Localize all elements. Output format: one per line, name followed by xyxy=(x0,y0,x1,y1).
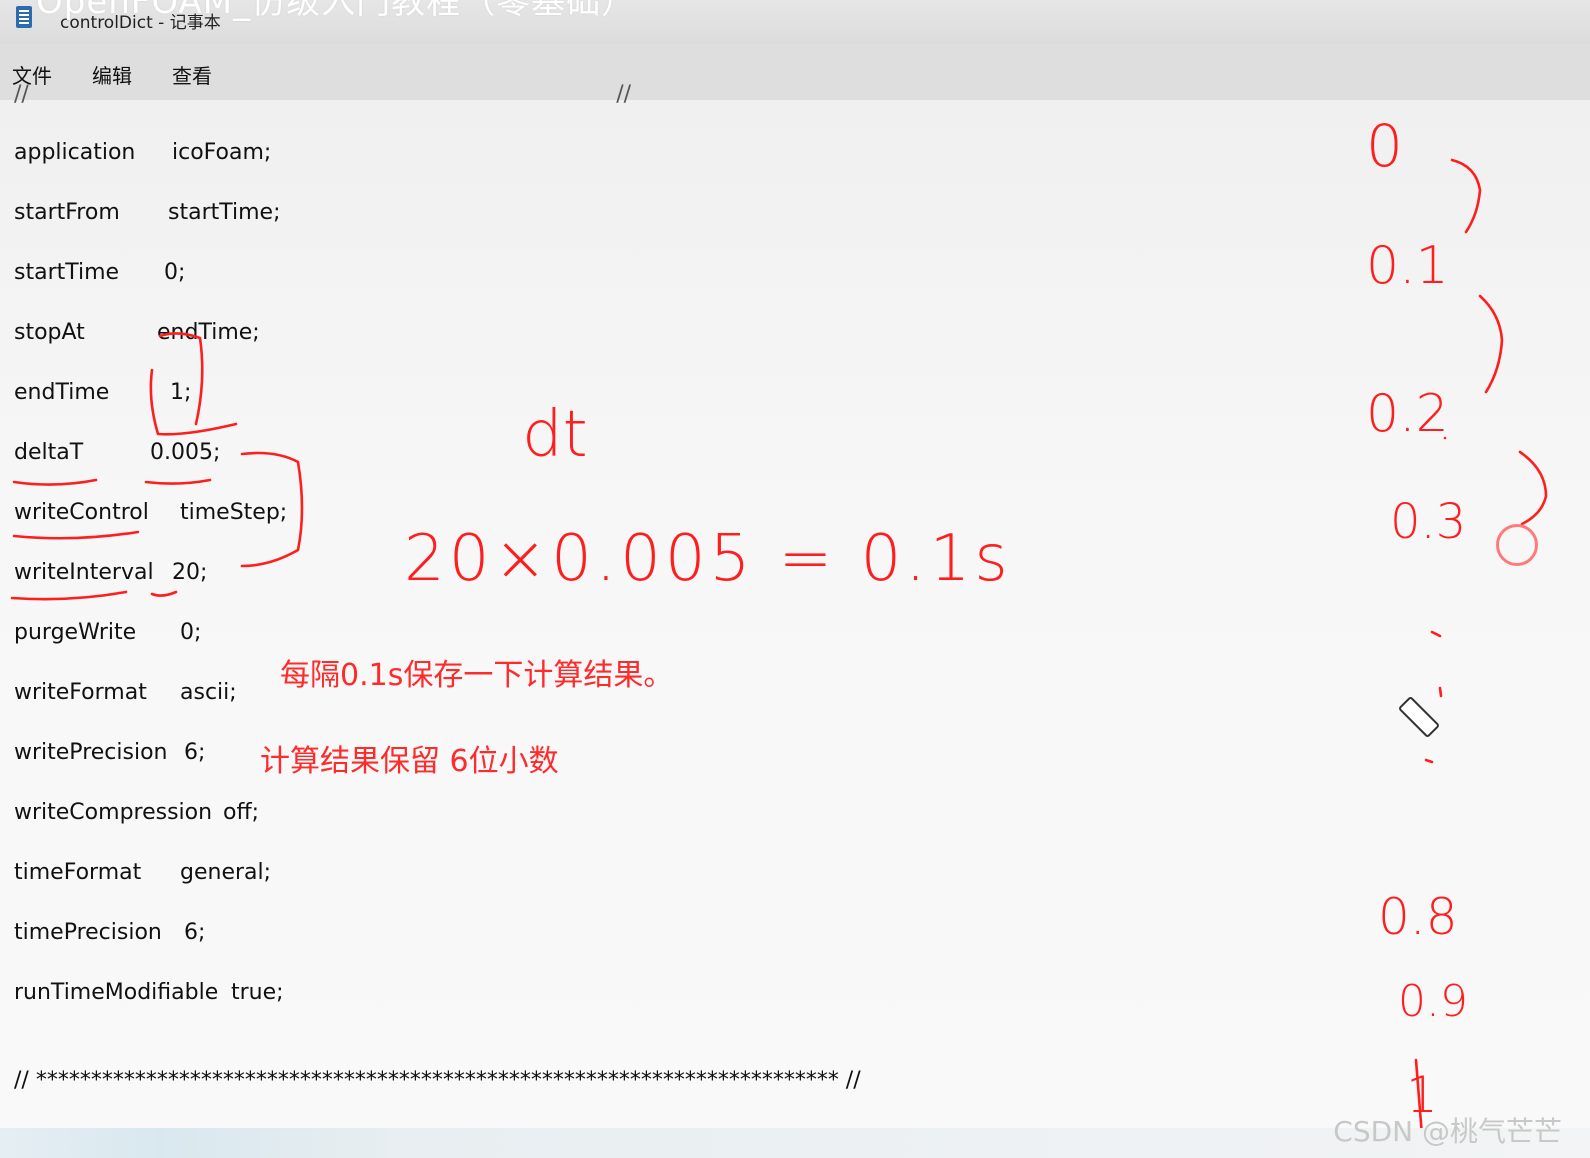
csdn-watermark: CSDN @桃气芒芒 xyxy=(1333,1115,1562,1148)
value-timePrecision: 6; xyxy=(184,920,206,945)
timeline-label-0-3: 0.3 xyxy=(1390,494,1467,550)
timeline-label-0-9: 0.9 xyxy=(1398,976,1468,1027)
note-save-interval: 每隔0.1s保存一下计算结果。 xyxy=(280,658,674,693)
value-endTime: 1; xyxy=(170,380,192,405)
notepad-icon xyxy=(16,6,32,28)
timeline-label-0-8: 0.8 xyxy=(1378,888,1458,946)
top-comment-line: // // xyxy=(14,82,632,107)
value-startTime: 0; xyxy=(164,260,186,285)
key-runTimeModifiable: runTimeModifiable xyxy=(14,980,219,1005)
handwritten-dt: dt xyxy=(522,398,588,472)
timeline-label-0-2: 0.2 xyxy=(1366,384,1449,444)
key-application: application xyxy=(14,140,136,165)
pointer-highlight xyxy=(1496,524,1538,566)
video-overlay-title: OpenFOAM_仿级入门教程（零基础） xyxy=(36,0,637,22)
key-stopAt: stopAt xyxy=(14,320,85,345)
timeline-label-0-1: 0.1 xyxy=(1366,236,1449,296)
key-writeInterval: writeInterval xyxy=(14,560,154,585)
value-timeFormat: general; xyxy=(180,860,272,885)
value-writeInterval: 20; xyxy=(172,560,208,585)
value-purgeWrite: 0; xyxy=(180,620,202,645)
key-writeControl: writeControl xyxy=(14,500,149,525)
value-writeControl: timeStep; xyxy=(180,500,288,525)
text-editor-area[interactable]: // // application icoFoam; startFrom sta… xyxy=(0,82,1590,1130)
value-startFrom: startTime; xyxy=(168,200,281,225)
key-writeFormat: writeFormat xyxy=(14,680,147,705)
key-deltaT: deltaT xyxy=(14,440,84,465)
key-writeCompression: writeCompression xyxy=(14,800,213,825)
value-application: icoFoam; xyxy=(172,140,272,165)
value-writeCompression: off; xyxy=(223,800,260,825)
key-endTime: endTime xyxy=(14,380,110,405)
key-startTime: startTime xyxy=(14,260,120,285)
note-precision: 计算结果保留 6位小数 xyxy=(260,744,559,779)
key-timePrecision: timePrecision xyxy=(14,920,162,945)
footer-comment-line: // *************************************… xyxy=(14,1068,861,1093)
key-writePrecision: writePrecision xyxy=(14,740,168,765)
key-timeFormat: timeFormat xyxy=(14,860,142,885)
key-purgeWrite: purgeWrite xyxy=(14,620,137,645)
value-deltaT: 0.005; xyxy=(150,440,221,465)
key-startFrom: startFrom xyxy=(14,200,120,225)
value-writeFormat: ascii; xyxy=(180,680,237,705)
value-writePrecision: 6; xyxy=(184,740,206,765)
handwritten-formula: 20×0.005 = 0.1s xyxy=(404,522,1012,596)
value-runTimeModifiable: true; xyxy=(231,980,284,1005)
value-stopAt: endTime; xyxy=(157,320,260,345)
timeline-label-0: 0 xyxy=(1366,112,1403,180)
